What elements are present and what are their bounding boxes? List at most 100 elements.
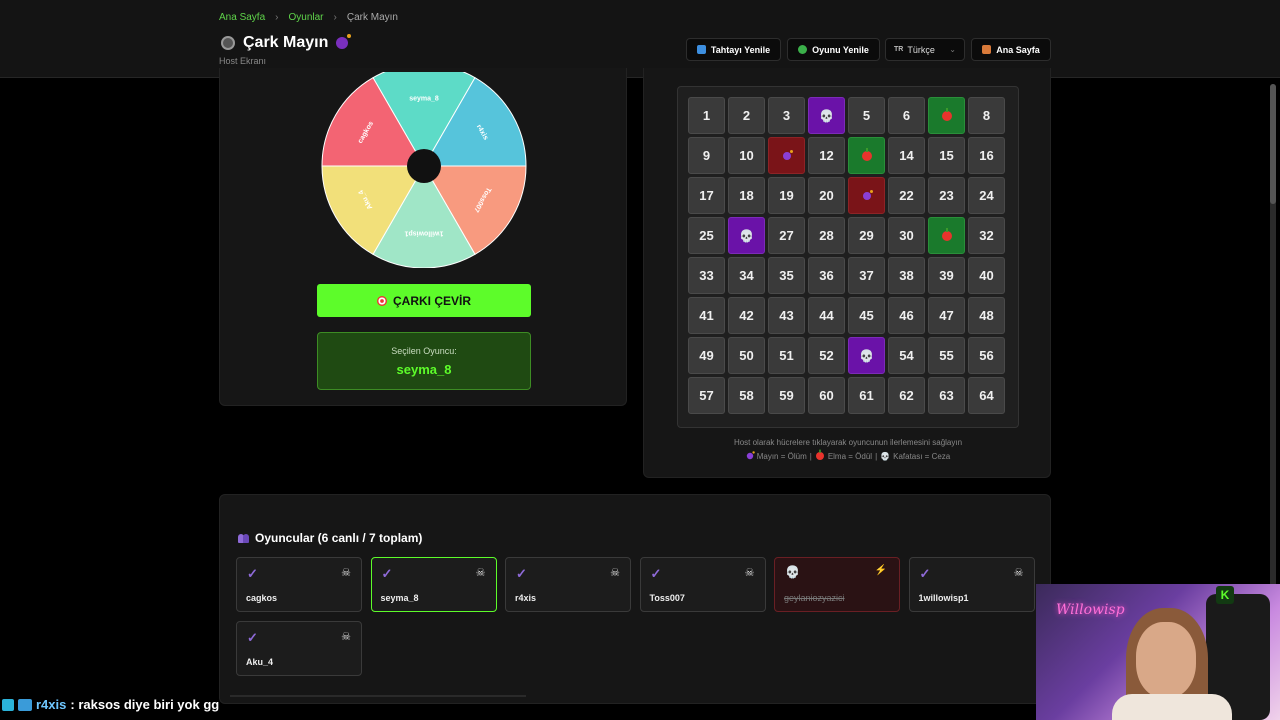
grid-cell[interactable]: 9 <box>688 137 725 174</box>
grid-cell[interactable]: 48 <box>968 297 1005 334</box>
grid-cell[interactable]: 46 <box>888 297 925 334</box>
grid-cell[interactable]: 29 <box>848 217 885 254</box>
home-button[interactable]: Ana Sayfa <box>971 38 1051 61</box>
page-scrollbar[interactable] <box>1270 84 1276 644</box>
cell-number: 52 <box>819 348 834 363</box>
grid-cell[interactable]: 6 <box>888 97 925 134</box>
grid-cell[interactable]: 23 <box>928 177 965 214</box>
language-select[interactable]: TR Türkçe ⌄ <box>885 38 965 61</box>
grid-cell[interactable]: 51 <box>768 337 805 374</box>
grid-cell[interactable]: 19 <box>768 177 805 214</box>
eliminate-icon[interactable]: ☠ <box>341 630 351 643</box>
grid-cell[interactable]: 25 <box>688 217 725 254</box>
grid-cell[interactable]: 2 <box>728 97 765 134</box>
grid-cell[interactable]: 45 <box>848 297 885 334</box>
grid-cell[interactable]: 💀 <box>848 337 885 374</box>
spin-wheel[interactable]: seyma_8 r4xis Toss007 1willowisp1 Aku_4 cagko… <box>321 63 527 269</box>
grid-cell[interactable]: 35 <box>768 257 805 294</box>
grid-cell[interactable]: 14 <box>888 137 925 174</box>
grid-cell[interactable]: 1 <box>688 97 725 134</box>
grid-cell[interactable]: 47 <box>928 297 965 334</box>
grid-cell[interactable]: 34 <box>728 257 765 294</box>
grid-cell[interactable]: 10 <box>728 137 765 174</box>
grid-cell[interactable]: 33 <box>688 257 725 294</box>
grid-cell[interactable]: 55 <box>928 337 965 374</box>
chevron-down-icon: ⌄ <box>949 45 956 54</box>
reset-game-button[interactable]: Oyunu Yenile <box>787 38 880 61</box>
grid-cell[interactable]: 24 <box>968 177 1005 214</box>
cell-number: 1 <box>702 108 711 123</box>
grid-cell[interactable]: 15 <box>928 137 965 174</box>
mine-icon <box>746 451 755 460</box>
grid-cell[interactable]: 43 <box>768 297 805 334</box>
grid-cell[interactable]: 37 <box>848 257 885 294</box>
grid-cell[interactable]: 63 <box>928 377 965 414</box>
grid-cell[interactable]: 3 <box>768 97 805 134</box>
cell-number: 8 <box>982 108 991 123</box>
lightning-icon[interactable]: ⚡ <box>875 565 887 576</box>
grid-cell[interactable] <box>928 97 965 134</box>
grid-cell[interactable] <box>848 177 885 214</box>
grid-cell[interactable]: 61 <box>848 377 885 414</box>
spin-wheel-button[interactable]: ÇARKI ÇEVİR <box>317 284 531 317</box>
grid-cell[interactable]: 18 <box>728 177 765 214</box>
grid-cell[interactable]: 56 <box>968 337 1005 374</box>
grid-cell[interactable]: 36 <box>808 257 845 294</box>
player-card[interactable]: ✓ ☠ r4xis <box>505 557 631 612</box>
eliminate-icon[interactable]: ☠ <box>341 566 351 579</box>
grid-cell[interactable] <box>848 137 885 174</box>
grid-cell[interactable]: 💀 <box>728 217 765 254</box>
grid-cell[interactable]: 16 <box>968 137 1005 174</box>
grid-cell[interactable]: 41 <box>688 297 725 334</box>
grid-cell[interactable]: 60 <box>808 377 845 414</box>
grid-cell[interactable]: 52 <box>808 337 845 374</box>
legend-skull: Kafatası = Ceza <box>893 451 951 461</box>
reset-board-button[interactable]: Tahtayı Yenile <box>686 38 781 61</box>
grid-cell[interactable]: 62 <box>888 377 925 414</box>
grid-cell[interactable]: 27 <box>768 217 805 254</box>
grid-cell[interactable]: 54 <box>888 337 925 374</box>
player-card[interactable]: ✓ ☠ cagkos <box>236 557 362 612</box>
grid-cell[interactable]: 59 <box>768 377 805 414</box>
grid-cell[interactable]: 32 <box>968 217 1005 254</box>
grid-cell[interactable] <box>928 217 965 254</box>
player-card[interactable]: ✓ ☠ Toss007 <box>639 557 766 612</box>
wheel-hub <box>407 149 441 183</box>
cell-number: 37 <box>859 268 874 283</box>
grid-cell[interactable]: 30 <box>888 217 925 254</box>
cell-number: 47 <box>939 308 954 323</box>
cell-number: 39 <box>939 268 954 283</box>
player-card[interactable]: ✓ ☠ seyma_8 <box>370 557 497 612</box>
grid-cell[interactable]: 17 <box>688 177 725 214</box>
player-card[interactable]: ✓ ☠ 1willowisp1 <box>908 557 1035 612</box>
grid-cell[interactable]: 57 <box>688 377 725 414</box>
grid-cell[interactable]: 49 <box>688 337 725 374</box>
grid-cell[interactable]: 28 <box>808 217 845 254</box>
webcam-overlay: K Willowisp <box>1036 584 1280 720</box>
grid-cell[interactable]: 12 <box>808 137 845 174</box>
eliminate-icon[interactable]: ☠ <box>745 566 755 579</box>
player-card[interactable]: ✓ ☠ Aku_4 <box>236 621 362 676</box>
grid-cell[interactable]: 8 <box>968 97 1005 134</box>
grid-cell[interactable]: 58 <box>728 377 765 414</box>
grid-cell[interactable]: 40 <box>968 257 1005 294</box>
grid-cell[interactable]: 5 <box>848 97 885 134</box>
grid-cell[interactable]: 38 <box>888 257 925 294</box>
eliminate-icon[interactable]: ☠ <box>610 566 620 579</box>
grid-cell[interactable]: 💀 <box>808 97 845 134</box>
player-card[interactable]: 💀 ⚡ geylaniozyazici <box>774 557 900 612</box>
grid-cell[interactable]: 50 <box>728 337 765 374</box>
grid-cell[interactable]: 39 <box>928 257 965 294</box>
grid-cell[interactable] <box>768 137 805 174</box>
grid-cell[interactable]: 20 <box>808 177 845 214</box>
scrollbar-thumb[interactable] <box>1270 84 1276 204</box>
eliminate-icon[interactable]: ☠ <box>476 566 486 579</box>
breadcrumb-home[interactable]: Ana Sayfa <box>219 12 265 23</box>
grid-cell[interactable]: 44 <box>808 297 845 334</box>
legend-mine: Mayın = Ölüm <box>756 451 807 461</box>
eliminate-icon[interactable]: ☠ <box>1014 566 1024 579</box>
grid-cell[interactable]: 22 <box>888 177 925 214</box>
grid-cell[interactable]: 64 <box>968 377 1005 414</box>
breadcrumb-games[interactable]: Oyunlar <box>289 12 324 23</box>
grid-cell[interactable]: 42 <box>728 297 765 334</box>
